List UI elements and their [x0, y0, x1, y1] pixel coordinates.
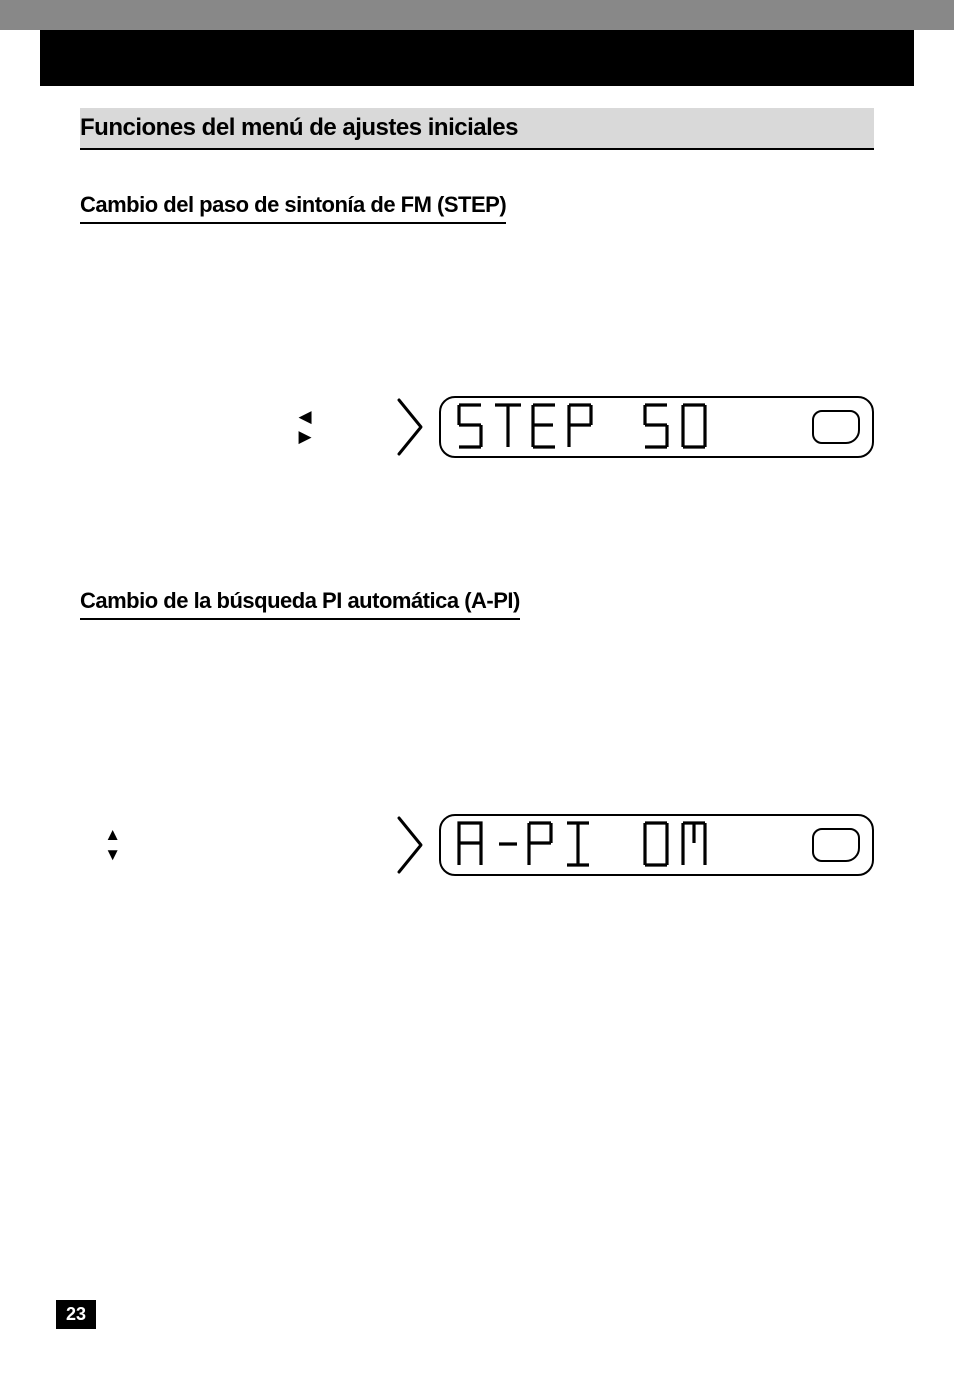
pointer-icon	[393, 396, 427, 458]
section-step-figure: ◀ ▶	[90, 396, 874, 458]
page-content: Funciones del menú de ajustes iniciales …	[0, 108, 954, 876]
main-title-wrap: Funciones del menú de ajustes iniciales	[80, 108, 874, 150]
lcd-display-step	[393, 396, 874, 458]
section-api-title: Cambio de la búsqueda PI automática (A-P…	[80, 588, 520, 620]
page-number: 23	[56, 1300, 96, 1329]
pointer-icon	[393, 814, 427, 876]
lcd-display-api	[393, 814, 874, 876]
section-api: Cambio de la búsqueda PI automática (A-P…	[80, 546, 874, 876]
lcd-screen	[439, 396, 874, 458]
lcd-text-svg	[455, 399, 785, 455]
section-step-title: Cambio del paso de sintonía de FM (STEP)	[80, 192, 506, 224]
page-title: Funciones del menú de ajustes iniciales	[80, 108, 874, 150]
header-black-bar	[40, 30, 914, 86]
lcd-panel-icon	[812, 410, 860, 444]
section-api-figure: ▲ ▼	[90, 814, 874, 876]
page: Funciones del menú de ajustes iniciales …	[0, 30, 954, 876]
section-step: Cambio del paso de sintonía de FM (STEP)…	[80, 150, 874, 458]
up-down-arrow-icon: ▲ ▼	[104, 825, 144, 865]
lcd-screen	[439, 814, 874, 876]
lcd-text-svg	[455, 817, 785, 873]
lcd-panel-icon	[812, 828, 860, 862]
left-right-arrow-icon: ◀ ▶	[298, 407, 333, 447]
